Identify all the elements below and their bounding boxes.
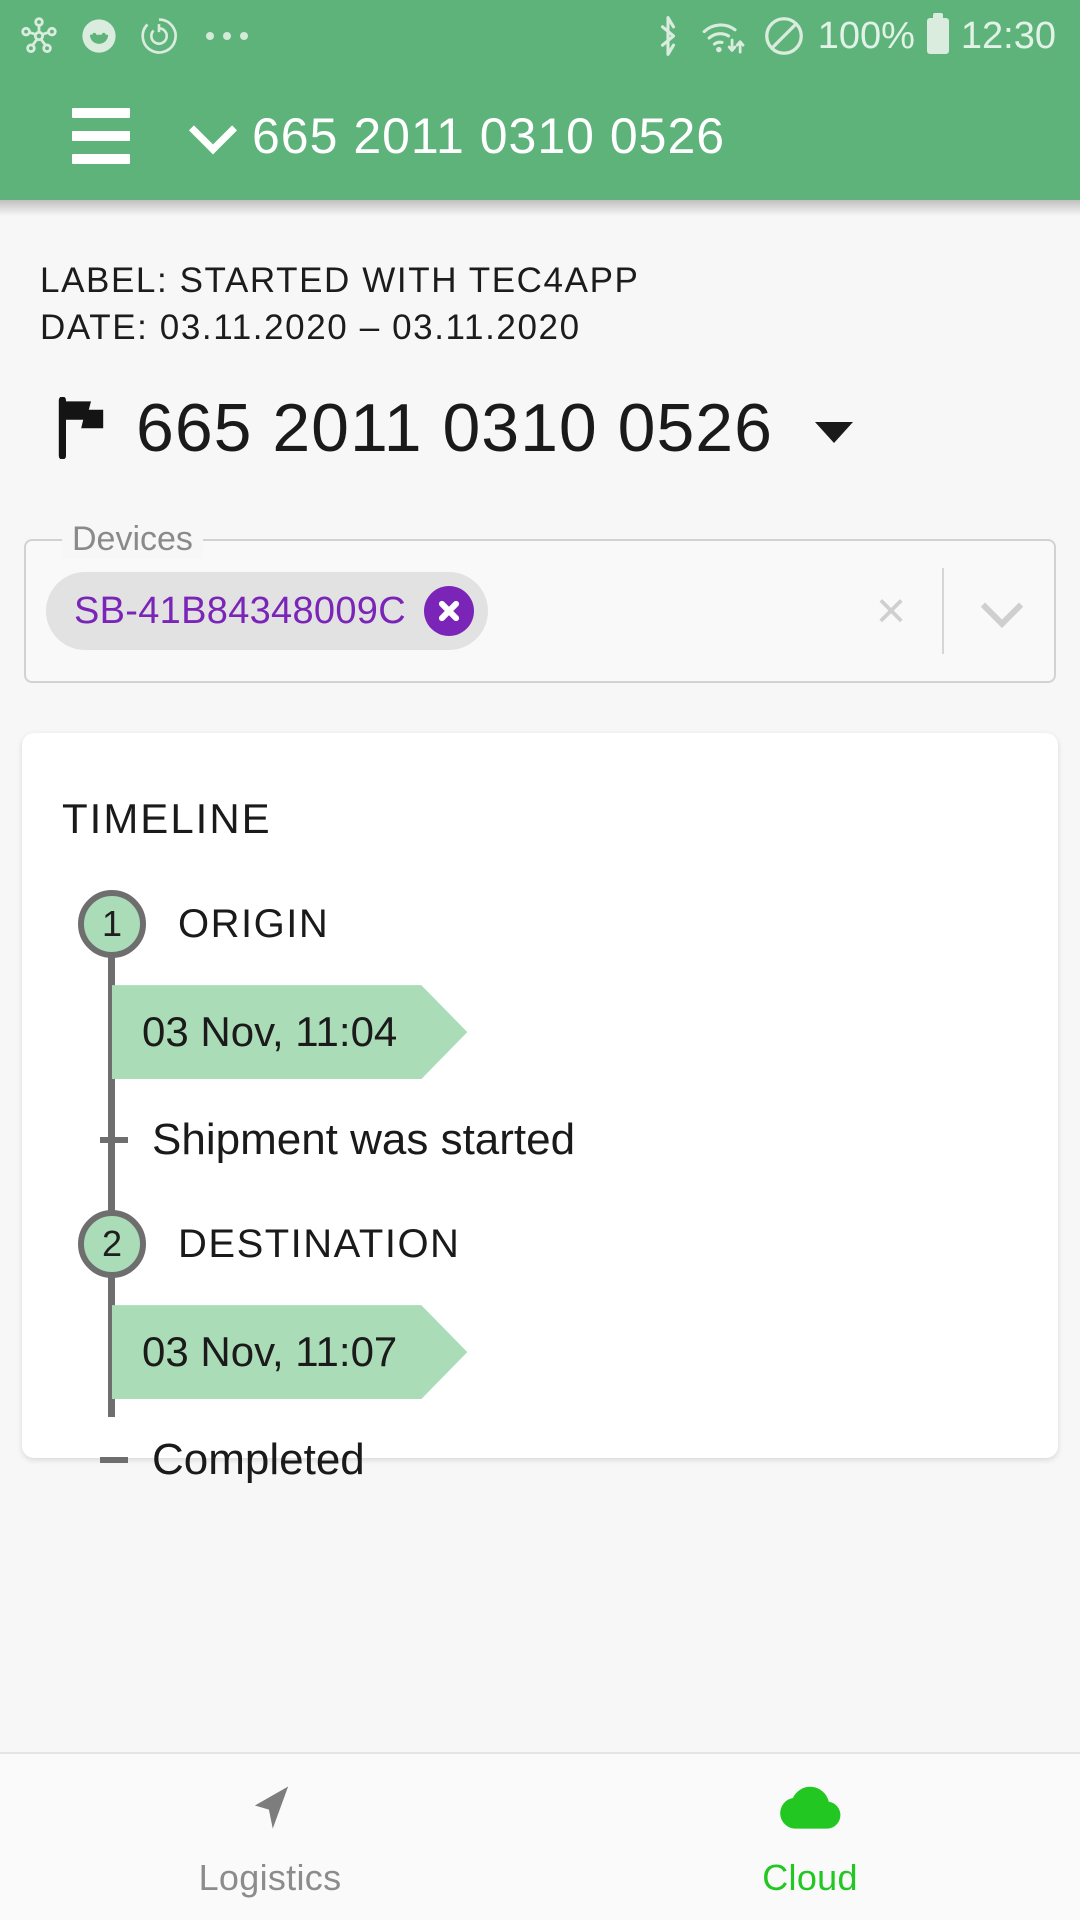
date-line: DATE: 03.11.2020 – 03.11.2020 <box>40 307 581 347</box>
clock-label: 12:30 <box>960 15 1056 57</box>
device-chip[interactable]: SB-41B84348009C <box>46 572 488 651</box>
nav-item-cloud[interactable]: Cloud <box>540 1754 1080 1920</box>
more-dots-icon <box>206 32 248 40</box>
timeline-timestamp-row: 03 Nov, 11:04 <box>62 985 1058 1079</box>
timeline-step: 1 ORIGIN 03 Nov, 11:04 Shipment was star… <box>62 885 1058 1171</box>
battery-percent-label: 100% <box>817 15 915 57</box>
timeline-list: 1 ORIGIN 03 Nov, 11:04 Shipment was star… <box>22 885 1058 1491</box>
timeline-event-text: Completed <box>152 1435 365 1485</box>
do-not-disturb-icon <box>764 17 803 55</box>
cloud-icon <box>780 1786 841 1829</box>
battery-full-icon <box>926 18 949 54</box>
appbar-title-dropdown[interactable]: 665 2011 0310 0526 <box>188 106 726 165</box>
nav-item-logistics[interactable]: Logistics <box>0 1754 540 1920</box>
status-bar: 100% 12:30 <box>0 0 1080 72</box>
nav-item-cloud-label: Cloud <box>762 1857 858 1898</box>
timeline-timestamp-badge: 03 Nov, 11:07 <box>112 1305 467 1399</box>
clear-x-icon[interactable]: × <box>846 585 936 637</box>
molecule-icon <box>21 17 57 53</box>
label-line: LABEL: STARTED WITH TEC4APP <box>40 261 640 300</box>
shipment-number: 665 2011 0310 0526 <box>136 390 773 467</box>
timeline-step-header: 1 ORIGIN <box>62 885 1058 963</box>
navigation-arrow-icon <box>254 1786 289 1829</box>
shipment-meta: LABEL: STARTED WITH TEC4APP DATE: 03.11.… <box>0 200 1080 351</box>
devices-legend: Devices <box>62 520 203 560</box>
timeline-title: TIMELINE <box>62 795 272 843</box>
timeline-step-number: 1 <box>78 890 146 959</box>
timeline-step-header: 2 DESTINATION <box>62 1205 1058 1283</box>
status-bar-left-icons <box>18 15 248 57</box>
timeline-step-label: ORIGIN <box>178 901 330 946</box>
timeline-event-tick <box>100 1137 128 1144</box>
timeline-step: 2 DESTINATION 03 Nov, 11:07 Completed <box>62 1205 1058 1491</box>
chevron-down-icon <box>980 585 1024 629</box>
timeline-card: TIMELINE 1 ORIGIN 03 Nov, 11:04 Shipment… <box>22 733 1058 1484</box>
wifi-icon <box>702 23 745 54</box>
timeline-timestamp-badge: 03 Nov, 11:04 <box>112 985 467 1079</box>
status-bar-right-icons: 100% 12:30 <box>650 14 1056 58</box>
timeline-event: Completed <box>62 1429 1058 1491</box>
field-divider <box>942 568 944 655</box>
hamburger-menu-icon[interactable] <box>72 108 130 164</box>
nav-item-logistics-label: Logistics <box>198 1857 342 1898</box>
timeline-event: Shipment was started <box>62 1109 1058 1171</box>
bottom-navigation: Logistics Cloud <box>0 1752 1080 1920</box>
devices-dropdown-button[interactable] <box>950 585 1054 629</box>
timeline-step-number: 2 <box>78 1210 146 1279</box>
chip-remove-icon[interactable] <box>423 586 474 637</box>
devices-field-actions: × <box>846 541 1054 681</box>
power-ring-icon <box>141 18 177 54</box>
shipment-header-row[interactable]: 665 2011 0310 0526 <box>0 351 1080 467</box>
device-chip-label: SB-41B84348009C <box>74 589 406 632</box>
devices-field[interactable]: Devices SB-41B84348009C × <box>24 520 1056 684</box>
appbar-title: 665 2011 0310 0526 <box>252 108 726 164</box>
app-bar: 665 2011 0310 0526 <box>0 72 1080 200</box>
timeline-timestamp-row: 03 Nov, 11:07 <box>62 1305 1058 1399</box>
timeline-step-label: DESTINATION <box>178 1221 461 1266</box>
main-content: LABEL: STARTED WITH TEC4APP DATE: 03.11.… <box>0 200 1080 1752</box>
timeline-event-tick <box>100 1457 128 1464</box>
chevron-down-icon <box>188 106 238 155</box>
caret-down-icon[interactable] <box>814 421 853 443</box>
bluetooth-icon <box>660 16 675 56</box>
flag-icon <box>58 397 104 460</box>
smiley-face-icon <box>82 19 116 53</box>
app-screen: 100% 12:30 665 2011 0310 0526 LABEL: STA… <box>0 0 1080 1920</box>
timeline-event-text: Shipment was started <box>152 1115 576 1165</box>
